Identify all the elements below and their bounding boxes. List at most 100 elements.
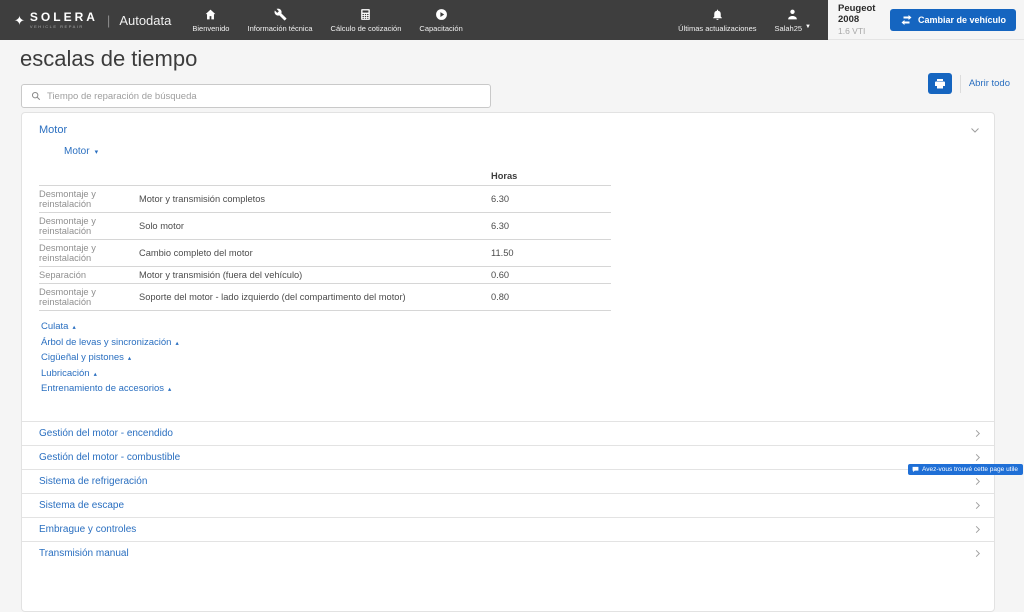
change-vehicle-label: Cambiar de vehículo: [917, 14, 1006, 25]
logo-tagline: VEHICLE REPAIR: [29, 24, 84, 29]
repair-times-table: Horas Desmontaje y reinstalación Motor y…: [39, 169, 611, 311]
search-box: [21, 84, 491, 108]
hours-cell: 0.60: [491, 266, 611, 284]
chevron-right-icon: [972, 548, 983, 559]
nav-item-bienvenido[interactable]: Bienvenido: [183, 8, 238, 33]
section-label: Gestión del motor - encendido: [39, 427, 173, 439]
motor-section-header[interactable]: Motor: [22, 113, 994, 138]
feedback-banner-label: Avez-vous trouvé cette page utile: [922, 466, 1018, 473]
chevron-right-icon: [972, 524, 983, 535]
section-row-gestion-del-motor-combustible[interactable]: Gestión del motor - combustible: [22, 444, 994, 469]
open-all-link[interactable]: Abrir todo: [969, 78, 1010, 89]
motor-subgroup-link[interactable]: Motor ▾: [64, 146, 98, 157]
feedback-bubble-icon: [912, 466, 919, 473]
navbar-vehicle-section: Peugeot 2008 1.6 VTI Cambiar de vehículo: [828, 0, 1024, 40]
description-header: [139, 169, 491, 186]
section-row-gestion-del-motor-encendido[interactable]: Gestión del motor - encendido: [22, 420, 994, 445]
description-cell: Soporte del motor - lado izquierdo (del …: [139, 283, 491, 311]
section-row-embrague-y-controles[interactable]: Embrague y controles: [22, 516, 994, 541]
solera-mark-icon: ✦: [14, 12, 25, 28]
vehicle-make: Peugeot: [838, 3, 876, 15]
swap-arrows-icon: [900, 14, 913, 25]
hours-cell: 6.30: [491, 185, 611, 213]
sublink-ciguenal-y-pistones[interactable]: Cigüeñal y pistones: [41, 352, 124, 363]
vehicle-info: Peugeot 2008 1.6 VTI: [828, 3, 875, 36]
logo-brand: SOLERA: [29, 10, 98, 24]
section-label: Embrague y controles: [39, 523, 137, 535]
solera-autodata-logo[interactable]: ✦ SOLERA VEHICLE REPAIR | Autodata: [0, 11, 171, 29]
sublink-culata[interactable]: Culata: [41, 321, 68, 332]
search-input[interactable]: [47, 90, 490, 102]
print-button[interactable]: [927, 73, 952, 94]
vehicle-model: 2008: [838, 14, 860, 26]
action-cell: Desmontaje y reinstalación: [39, 239, 139, 267]
hours-header: Horas: [491, 171, 518, 181]
nav-item-ultimas-actualizaciones[interactable]: Últimas actualizaciones: [669, 8, 765, 33]
sublink-entrenamiento-de-accesorios[interactable]: Entrenamiento de accesorios: [41, 383, 164, 394]
feedback-banner[interactable]: Avez-vous trouvé cette page utile: [908, 464, 1023, 475]
toolbar: Abrir todo: [0, 70, 1024, 112]
navbar-right-group: Últimas actualizaciones Salah25 ▼: [669, 8, 828, 33]
open-all-group: Abrir todo: [927, 73, 1010, 94]
table-header-row: Horas: [39, 169, 611, 186]
play-circle-icon: [435, 8, 448, 21]
action-cell: Desmontaje y reinstalación: [39, 212, 139, 240]
section-row-sistema-de-escape[interactable]: Sistema de escape: [22, 492, 994, 517]
sublink-item: Culata ▴: [41, 319, 994, 335]
chevron-right-icon: [972, 452, 983, 463]
section-row-sistema-de-refrigeracion[interactable]: Sistema de refrigeración: [22, 468, 994, 493]
action-header: [39, 169, 139, 186]
home-icon: [204, 8, 217, 21]
nav-item-calculo-de-cotizacion[interactable]: Cálculo de cotización: [322, 8, 411, 33]
nav-item-label: Últimas actualizaciones: [678, 23, 757, 33]
chevron-right-icon: [972, 500, 983, 511]
section-label: Transmisión manual: [39, 547, 129, 559]
description-cell: Motor y transmisión completos: [139, 185, 491, 213]
nav-item-informacion-tecnica[interactable]: Información técnica: [238, 8, 321, 33]
hours-cell: 11.50: [491, 239, 611, 267]
section-row-transmision-manual[interactable]: Transmisión manual: [22, 540, 994, 565]
caret-down-icon: ▾: [94, 148, 99, 156]
caret-down-icon: ▼: [805, 23, 811, 30]
nav-item-capacitacion[interactable]: Capacitación: [410, 8, 471, 33]
sublink-arbol-de-levas-y-sincronizacion[interactable]: Árbol de levas y sincronización: [41, 337, 171, 348]
calculator-icon: [359, 8, 372, 21]
caret-up-icon: ▴: [175, 339, 179, 347]
table-row: Desmontaje y reinstalación Solo motor 6.…: [39, 212, 611, 240]
caret-up-icon: ▴: [127, 355, 132, 362]
section-label: Sistema de refrigeración: [39, 475, 148, 487]
wrench-icon: [274, 8, 287, 21]
action-cell: Desmontaje y reinstalación: [39, 185, 139, 213]
table-row: Separación Motor y transmisión (fuera de…: [39, 266, 611, 284]
nav-item-label: Salah25: [774, 23, 803, 33]
sublink-item: Cigüeñal y pistones ▴: [41, 350, 994, 366]
section-label: Sistema de escape: [39, 499, 125, 511]
navbar-dark-section: ✦ SOLERA VEHICLE REPAIR | Autodata Bienv…: [0, 0, 828, 40]
description-cell: Cambio completo del motor: [139, 239, 491, 267]
caret-up-icon: ▴: [72, 324, 76, 331]
description-cell: Solo motor: [139, 212, 491, 240]
page-title: escalas de tiempo: [20, 46, 198, 71]
vertical-divider: [959, 74, 961, 93]
motor-sublinks: Culata ▴ Árbol de levas y sincronización ▴…: [39, 319, 994, 397]
collapsed-sections: Gestión del motor - encendido Gestión de…: [22, 420, 994, 565]
nav-item-label: Bienvenido: [192, 23, 230, 33]
caret-up-icon: ▴: [93, 370, 97, 378]
motor-subgroup-label: Motor: [64, 146, 90, 157]
nav-item-salah25[interactable]: Salah25 ▼: [766, 8, 820, 33]
top-navbar: ✦ SOLERA VEHICLE REPAIR | Autodata Bienv…: [0, 0, 1024, 40]
bell-icon: [711, 8, 724, 21]
caret-up-icon: ▴: [168, 386, 172, 393]
table-row: Desmontaje y reinstalación Motor y trans…: [39, 185, 611, 213]
action-cell: Separación: [39, 266, 139, 284]
hours-cell: 6.30: [491, 212, 611, 240]
chevron-down-icon[interactable]: [969, 124, 981, 136]
nav-item-label: Capacitación: [419, 23, 463, 33]
change-vehicle-button[interactable]: Cambiar de vehículo: [889, 8, 1016, 31]
main-nav: Bienvenido Información técnica Cálculo d…: [183, 8, 471, 33]
action-cell: Desmontaje y reinstalación: [39, 283, 139, 311]
sublink-item: Árbol de levas y sincronización ▴: [41, 335, 994, 351]
sublink-lubricacion[interactable]: Lubricación: [41, 368, 90, 379]
vehicle-engine: 1.6 VTI: [838, 25, 866, 36]
motor-section-link[interactable]: Motor: [39, 124, 67, 136]
